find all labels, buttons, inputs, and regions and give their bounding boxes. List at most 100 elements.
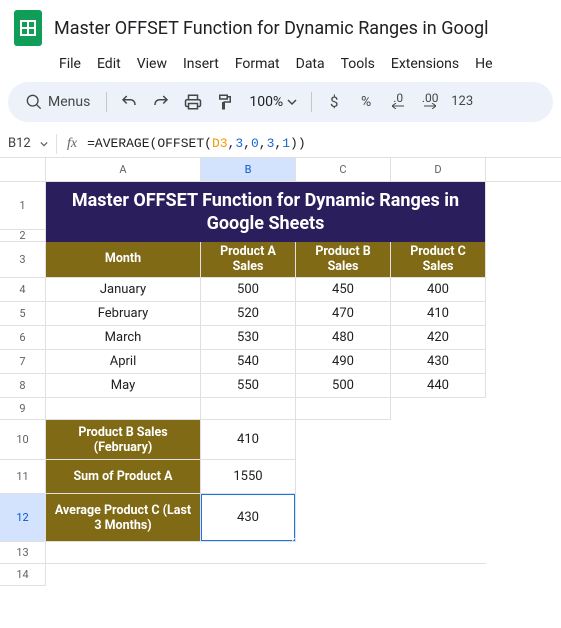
cell[interactable]: April <box>46 350 201 374</box>
cell[interactable]: February <box>46 302 201 326</box>
cell[interactable]: 430 <box>391 350 486 374</box>
cell[interactable] <box>201 542 296 564</box>
formula-part: =AVERAGE(OFFSET( <box>87 136 212 151</box>
row-header-5[interactable]: 5 <box>0 302 46 326</box>
formula-bar[interactable]: =AVERAGE(OFFSET(D3,3,0,3,1)) <box>87 136 561 151</box>
summary-label[interactable]: Average Product C (Last 3 Months) <box>46 494 201 542</box>
row-header-4[interactable]: 4 <box>0 278 46 302</box>
toolbar: Menus 100% $ % .0 .00 123 <box>8 82 553 122</box>
cell[interactable] <box>296 398 391 420</box>
doc-title[interactable]: Master OFFSET Function for Dynamic Range… <box>54 18 489 39</box>
name-box[interactable]: B12 <box>0 136 56 151</box>
cell[interactable] <box>46 564 201 586</box>
cell[interactable]: 410 <box>391 302 486 326</box>
cell[interactable]: 420 <box>391 326 486 350</box>
cell[interactable] <box>296 460 391 494</box>
menu-file[interactable]: File <box>52 52 88 76</box>
select-all-corner[interactable] <box>0 158 46 181</box>
row-header-8[interactable]: 8 <box>0 374 46 398</box>
cell[interactable] <box>391 420 486 460</box>
cell[interactable] <box>296 542 391 564</box>
cell[interactable]: 450 <box>296 278 391 302</box>
cell[interactable] <box>391 564 486 586</box>
formula-num: 0 <box>251 136 259 151</box>
menu-extensions[interactable]: Extensions <box>384 52 466 76</box>
undo-icon <box>120 93 138 111</box>
redo-button[interactable] <box>147 88 175 116</box>
col-header-D[interactable]: D <box>391 158 486 181</box>
increase-decimal-button[interactable]: .00 <box>416 88 444 116</box>
row-header-7[interactable]: 7 <box>0 350 46 374</box>
cell[interactable]: 530 <box>201 326 296 350</box>
menu-help[interactable]: He <box>468 52 499 76</box>
row-header-13[interactable]: 13 <box>0 542 46 564</box>
row-header-3[interactable]: 3 <box>0 242 46 278</box>
cell[interactable]: January <box>46 278 201 302</box>
cell[interactable] <box>201 564 296 586</box>
header-product-a[interactable]: Product A Sales <box>201 242 296 278</box>
undo-button[interactable] <box>115 88 143 116</box>
col-header-A[interactable]: A <box>46 158 201 181</box>
banner-cell[interactable]: Master OFFSET Function for Dynamic Range… <box>46 182 486 242</box>
cell[interactable]: 540 <box>201 350 296 374</box>
cell[interactable]: 520 <box>201 302 296 326</box>
cell[interactable] <box>201 398 296 420</box>
cell[interactable]: May <box>46 374 201 398</box>
cell[interactable]: 490 <box>296 350 391 374</box>
col-header-C[interactable]: C <box>296 158 391 181</box>
row-header-11[interactable]: 11 <box>0 460 46 494</box>
cell[interactable]: 550 <box>201 374 296 398</box>
row-header-12[interactable]: 12 <box>0 494 46 542</box>
print-button[interactable] <box>179 88 207 116</box>
col-header-B[interactable]: B <box>201 158 296 181</box>
cell[interactable] <box>296 420 391 460</box>
cell[interactable] <box>391 542 486 564</box>
cell[interactable] <box>391 398 486 420</box>
formula-ref: D3 <box>212 136 228 151</box>
cell[interactable]: 440 <box>391 374 486 398</box>
summary-label[interactable]: Sum of Product A <box>46 460 201 494</box>
cell[interactable] <box>296 494 391 542</box>
cell[interactable]: March <box>46 326 201 350</box>
menu-format[interactable]: Format <box>228 52 287 76</box>
row-header-14[interactable]: 14 <box>0 564 46 586</box>
header-month[interactable]: Month <box>46 242 201 278</box>
cell[interactable]: 500 <box>296 374 391 398</box>
sheets-logo[interactable] <box>8 8 48 48</box>
cell[interactable]: 470 <box>296 302 391 326</box>
summary-label[interactable]: Product B Sales (February) <box>46 420 201 460</box>
percent-button[interactable]: % <box>352 88 380 116</box>
header-product-b[interactable]: Product B Sales <box>296 242 391 278</box>
cell[interactable]: 400 <box>391 278 486 302</box>
row-header-9[interactable]: 9 <box>0 398 46 420</box>
summary-value[interactable]: 1550 <box>201 460 296 494</box>
cell[interactable] <box>46 542 201 564</box>
menu-tools[interactable]: Tools <box>334 52 382 76</box>
menu-edit[interactable]: Edit <box>90 52 128 76</box>
cell[interactable] <box>46 398 201 420</box>
name-box-value: B12 <box>8 136 31 151</box>
row-header-10[interactable]: 10 <box>0 420 46 460</box>
cell[interactable]: 500 <box>201 278 296 302</box>
menu-insert[interactable]: Insert <box>176 52 226 76</box>
menu-view[interactable]: View <box>130 52 174 76</box>
decrease-decimal-button[interactable]: .0 <box>384 88 412 116</box>
active-cell-B12[interactable]: 430 <box>201 494 296 542</box>
menus-button[interactable]: Menus <box>18 88 98 116</box>
header-product-c[interactable]: Product C Sales <box>391 242 486 278</box>
cell[interactable] <box>391 460 486 494</box>
currency-button[interactable]: $ <box>320 88 348 116</box>
paint-format-button[interactable] <box>211 88 239 116</box>
number-format-button[interactable]: 123 <box>448 88 476 116</box>
row-header-2[interactable]: 2 <box>0 230 46 242</box>
summary-value[interactable]: 410 <box>201 420 296 460</box>
fx-icon: fx <box>57 136 87 152</box>
cell[interactable] <box>391 494 486 542</box>
menu-data[interactable]: Data <box>289 52 332 76</box>
row-header-6[interactable]: 6 <box>0 326 46 350</box>
cell[interactable]: 480 <box>296 326 391 350</box>
zoom-dropdown[interactable]: 100% <box>243 94 303 110</box>
spreadsheet-grid[interactable]: A B C D 1 Master OFFSET Function for Dyn… <box>0 158 561 586</box>
cell[interactable] <box>296 564 391 586</box>
row-header-1[interactable]: 1 <box>0 182 46 230</box>
